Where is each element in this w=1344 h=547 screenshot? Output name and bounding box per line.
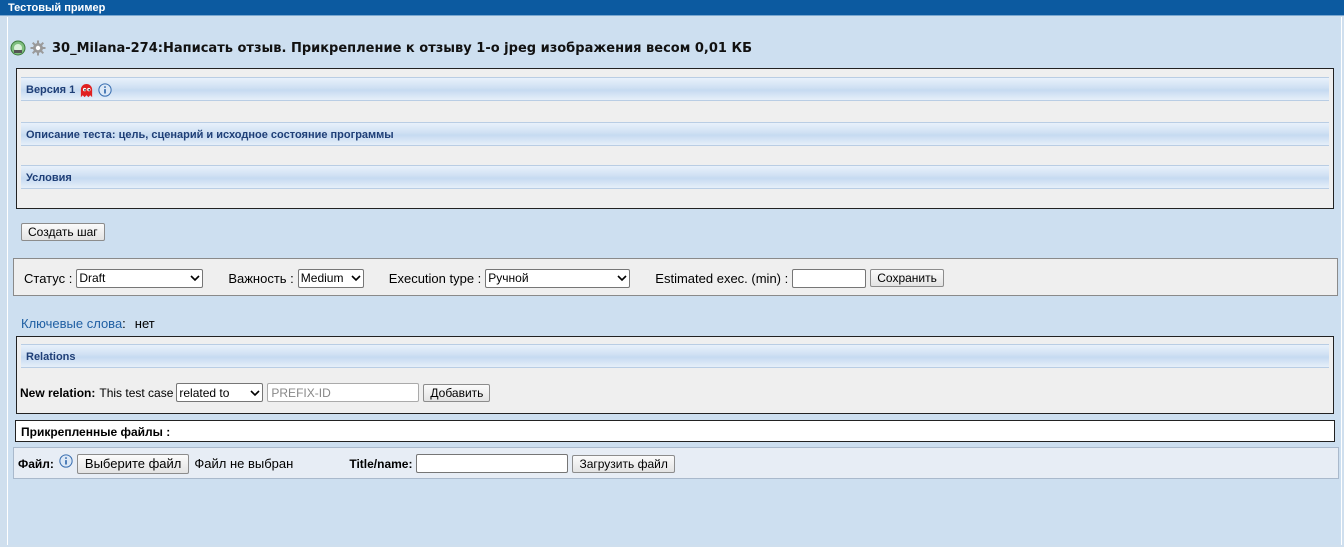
upload-file-button[interactable]: Загрузить файл: [572, 454, 675, 473]
chevron-down-icon: [250, 389, 260, 396]
new-relation-row: New relation: This test case related to …: [20, 383, 491, 402]
test-case-title: 30_Milana-274:Написать отзыв. Прикреплен…: [52, 40, 753, 56]
attributes-row: Статус : Draft Важность : Medium Executi…: [24, 268, 944, 288]
status-select[interactable]: Draft: [76, 268, 204, 288]
attachments-header: Прикрепленные файлы :: [15, 420, 1335, 442]
test-case-sections-panel: Версия 1 Описание теста: цель, сценарий …: [16, 68, 1334, 209]
save-button[interactable]: Сохранить: [870, 269, 944, 287]
no-file-chosen-text: Файл не выбран: [194, 456, 294, 471]
window-title-bar: Тестовый пример: [0, 0, 1344, 16]
file-label: Файл:: [18, 456, 54, 471]
version-section-header[interactable]: Версия 1: [21, 77, 1329, 101]
this-test-case-label: This test case: [99, 385, 174, 400]
info-icon[interactable]: [98, 83, 112, 97]
importance-select[interactable]: Medium: [297, 268, 364, 288]
version-label: Версия 1: [26, 84, 76, 97]
status-label: Статус :: [24, 270, 73, 286]
status-value: Draft: [79, 271, 106, 285]
keywords-link[interactable]: Ключевые слова: [21, 316, 122, 331]
relation-target-placeholder: PREFIX-ID: [271, 385, 331, 400]
attachments-title: Прикрепленные файлы :: [21, 425, 171, 439]
relations-panel: Relations: [16, 336, 1334, 414]
keywords-row: Ключевые слова : нет: [21, 314, 155, 332]
importance-value: Medium: [300, 271, 344, 285]
title-name-label: Title/name:: [349, 456, 413, 471]
exec-type-value: Ручной: [488, 271, 529, 285]
upload-row: Файл: Выберите файл Файл не выбран Title…: [18, 453, 675, 474]
ghost-icon[interactable]: [79, 83, 94, 98]
execution-icon[interactable]: [10, 40, 26, 56]
add-relation-button[interactable]: Добавить: [423, 383, 491, 402]
settings-gear-icon[interactable]: [30, 40, 46, 56]
conditions-label: Условия: [26, 172, 72, 184]
exec-type-select[interactable]: Ручной: [485, 268, 631, 288]
relation-target-input[interactable]: PREFIX-ID: [267, 383, 420, 402]
new-relation-label: New relation:: [20, 385, 96, 400]
exec-type-label: Execution type :: [388, 270, 482, 286]
estimated-exec-label: Estimated exec. (min) :: [655, 270, 789, 286]
relations-title: Relations: [26, 351, 76, 363]
chevron-down-icon: [351, 275, 361, 282]
relation-type-value: related to: [179, 385, 230, 400]
relation-type-select[interactable]: related to: [176, 383, 264, 402]
choose-file-button[interactable]: Выберите файл: [76, 453, 190, 474]
title-name-input[interactable]: [416, 454, 569, 473]
test-case-header: 30_Milana-274:Написать отзыв. Прикреплен…: [10, 38, 752, 58]
description-label: Описание теста: цель, сценарий и исходно…: [26, 129, 394, 141]
keywords-colon: :: [122, 315, 126, 331]
chevron-down-icon: [617, 275, 627, 282]
info-icon[interactable]: [59, 453, 73, 468]
chevron-down-icon: [190, 275, 200, 282]
description-section-header[interactable]: Описание теста: цель, сценарий и исходно…: [21, 122, 1329, 146]
conditions-section-header[interactable]: Условия: [21, 165, 1329, 189]
window-title: Тестовый пример: [8, 2, 106, 14]
create-step-button[interactable]: Создать шаг: [21, 223, 105, 241]
importance-label: Важность :: [228, 270, 294, 286]
keywords-value: нет: [134, 315, 155, 331]
estimated-exec-input[interactable]: [792, 268, 867, 288]
relations-section-header[interactable]: Relations: [21, 344, 1329, 368]
